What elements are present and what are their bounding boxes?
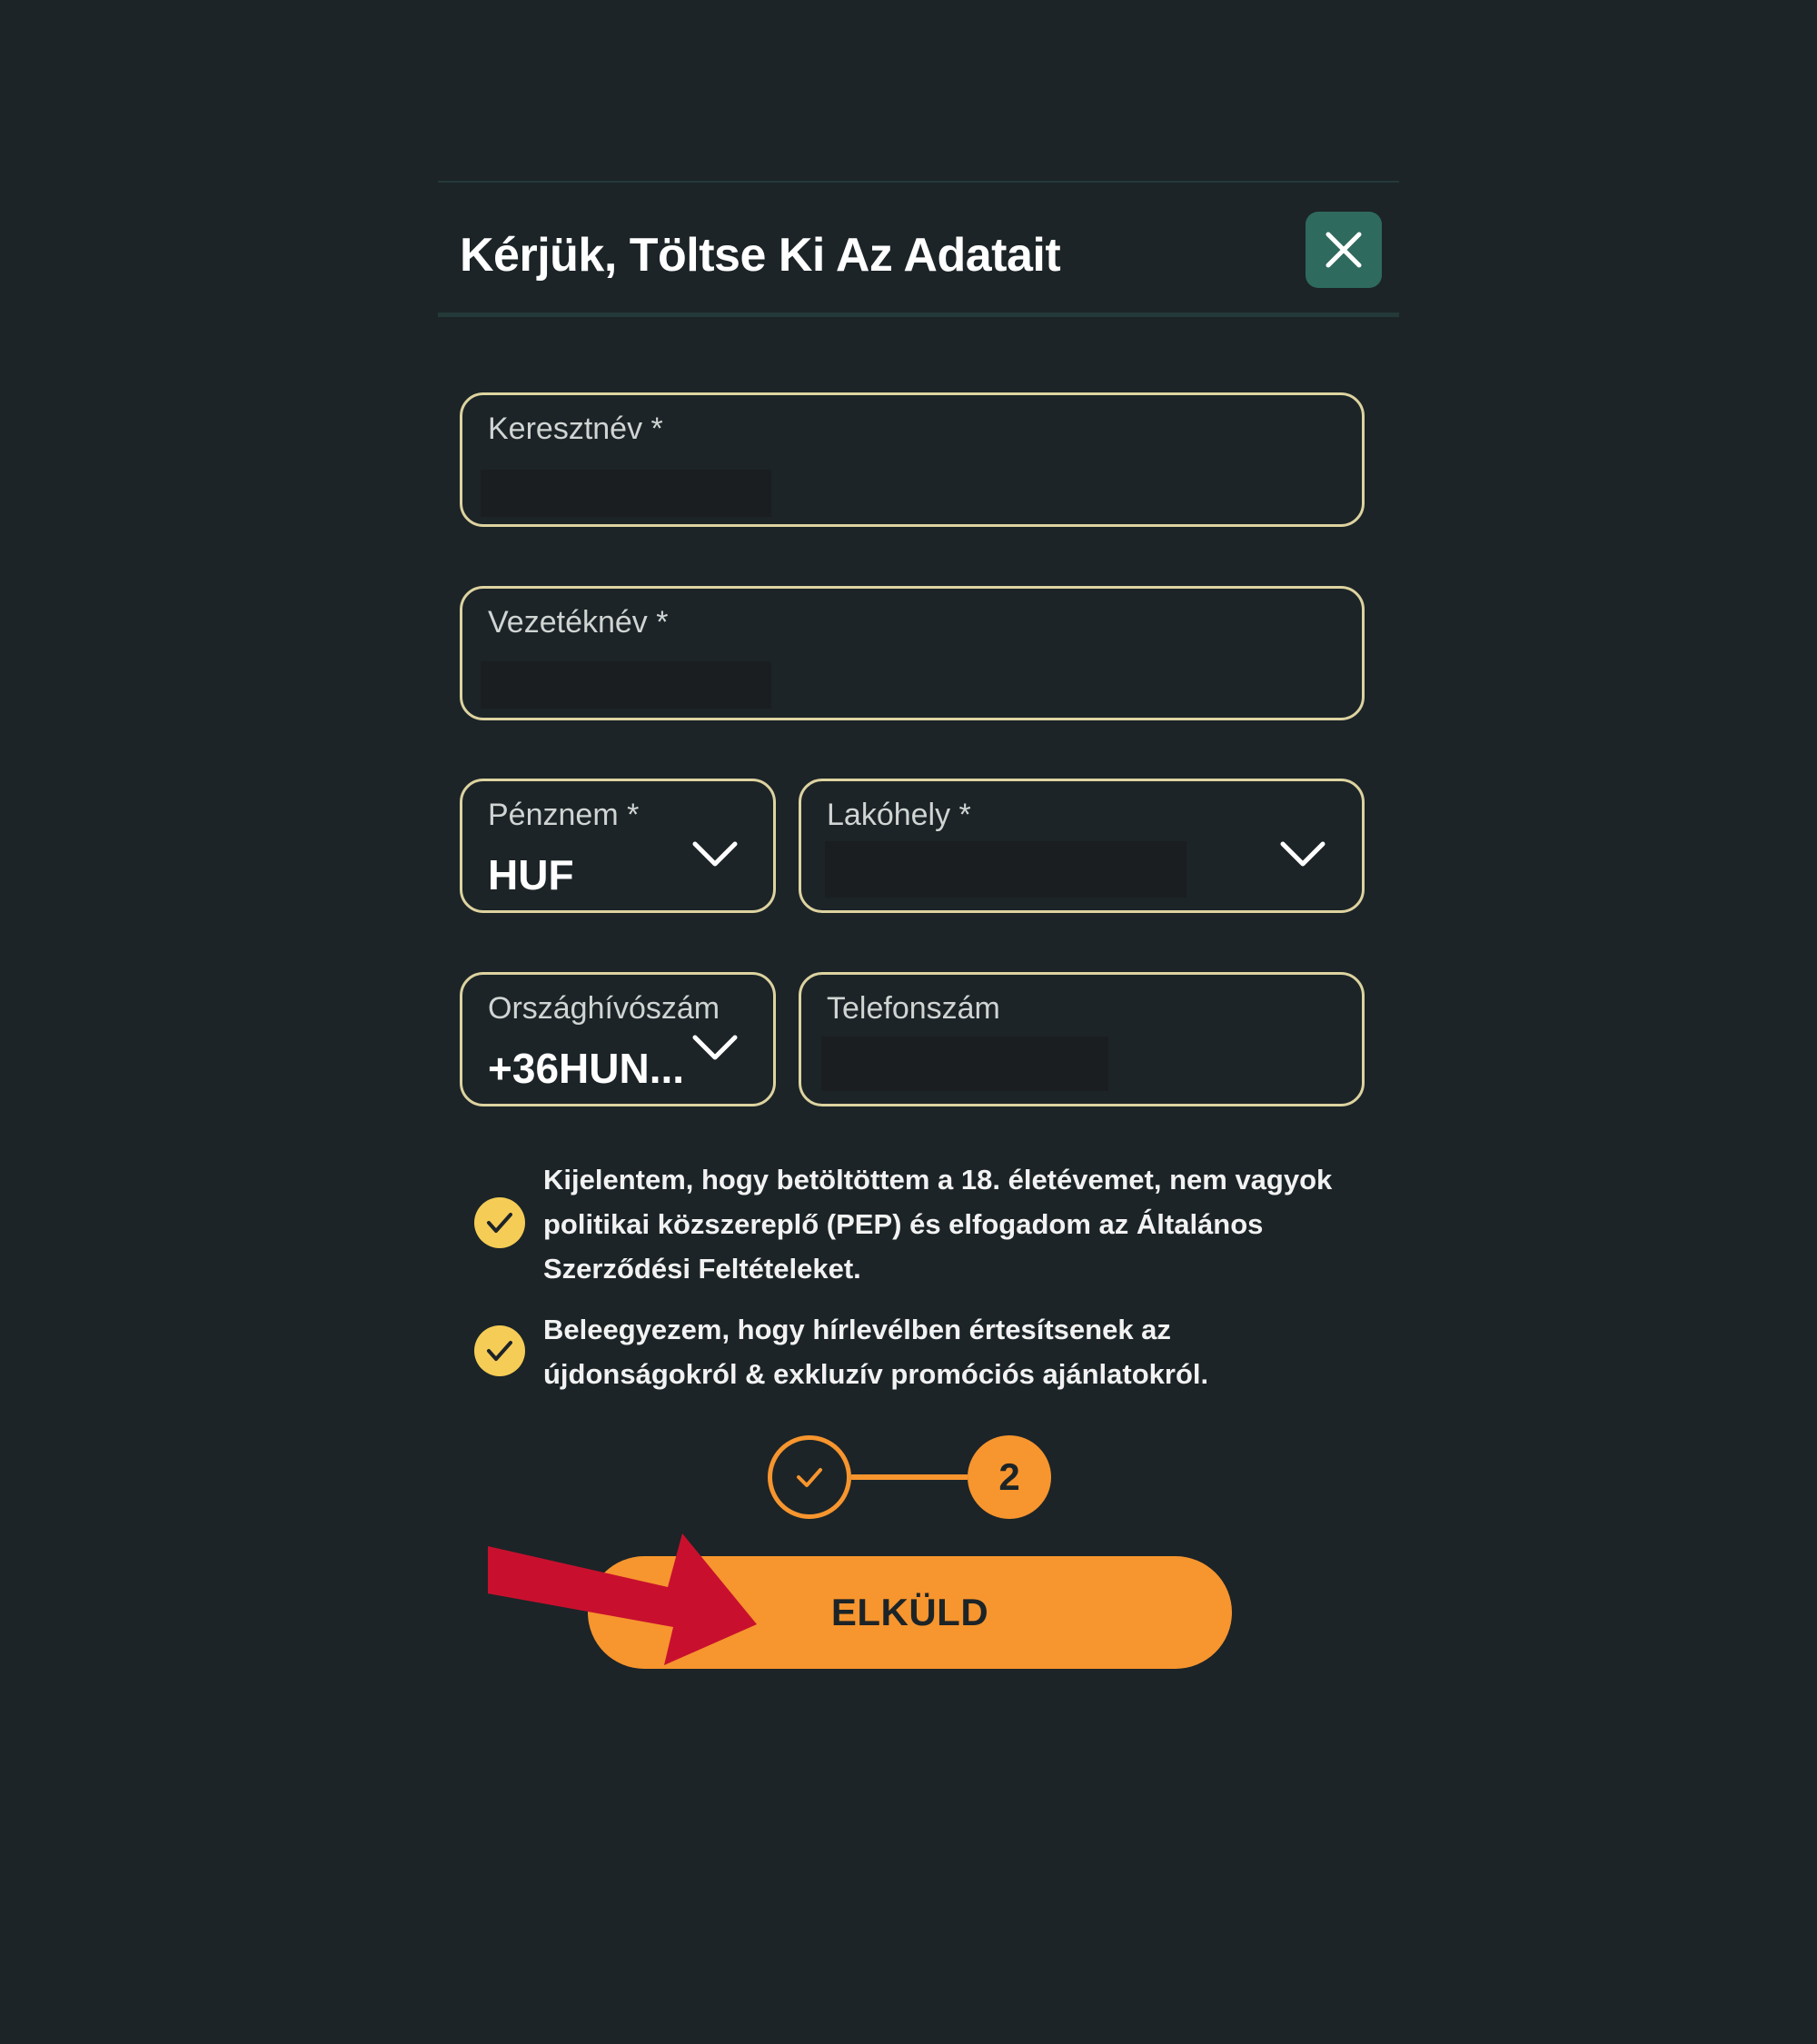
consent-age-text: Kijelentem, hogy betöltöttem a 18. életé…	[543, 1164, 1333, 1285]
country-code-label: Országhívószám	[488, 991, 720, 1026]
last-name-field[interactable]: Vezetéknév *	[460, 586, 1365, 720]
close-button[interactable]	[1306, 212, 1382, 288]
redacted-value	[481, 661, 771, 709]
red-arrow-annotation	[488, 1533, 757, 1665]
check-icon	[487, 1213, 512, 1233]
redacted-value	[825, 841, 1187, 898]
chevron-down-icon	[692, 1035, 738, 1060]
currency-label: Pénznem *	[488, 798, 640, 832]
check-icon	[487, 1341, 512, 1361]
last-name-label: Vezetéknév *	[488, 605, 669, 640]
registration-modal: Kérjük, Töltse Ki Az Adatait Keresztnév …	[438, 181, 1399, 1725]
step-connector	[851, 1474, 968, 1480]
check-icon	[797, 1468, 822, 1487]
redacted-value	[481, 470, 771, 517]
consent-newsletter-checkbox[interactable]	[474, 1325, 525, 1376]
modal-header: Kérjük, Töltse Ki Az Adatait	[438, 181, 1399, 317]
modal-title: Kérjük, Töltse Ki Az Adatait	[460, 229, 1061, 282]
step-1-completed	[768, 1435, 851, 1519]
consent-newsletter: Beleegyezem, hogy hírlevélben értesítsen…	[474, 1307, 1383, 1398]
phone-field[interactable]: Telefonszám	[799, 972, 1365, 1106]
chevron-down-icon	[1280, 841, 1326, 867]
residence-select[interactable]: Lakóhely *	[799, 779, 1365, 913]
phone-label: Telefonszám	[827, 991, 1000, 1026]
first-name-field[interactable]: Keresztnév *	[460, 392, 1365, 527]
redacted-value	[821, 1037, 1108, 1091]
residence-label: Lakóhely *	[827, 798, 971, 832]
close-icon	[1326, 232, 1362, 268]
currency-value: HUF	[488, 851, 574, 898]
first-name-label: Keresztnév *	[488, 412, 663, 446]
consent-age-terms: Kijelentem, hogy betöltöttem a 18. életé…	[474, 1157, 1383, 1294]
step-2-current: 2	[968, 1435, 1051, 1519]
currency-select[interactable]: Pénznem * HUF	[460, 779, 776, 913]
country-code-value: +36HUN...	[488, 1045, 685, 1092]
chevron-down-icon	[692, 841, 738, 867]
consent-newsletter-text: Beleegyezem, hogy hírlevélben értesítsen…	[543, 1314, 1209, 1390]
progress-stepper: 2	[768, 1434, 1051, 1524]
country-code-select[interactable]: Országhívószám +36HUN...	[460, 972, 776, 1106]
consent-age-checkbox[interactable]	[474, 1197, 525, 1248]
page: Kérjük, Töltse Ki Az Adatait Keresztnév …	[0, 0, 1817, 2044]
